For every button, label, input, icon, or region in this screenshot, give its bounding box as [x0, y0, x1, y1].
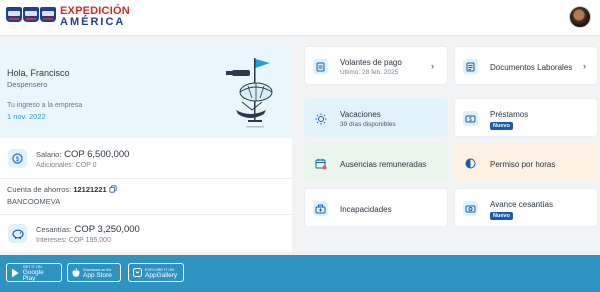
top-bar: EXPEDICIÓN AMÉRICA [0, 0, 600, 36]
bank-name: BANCOOMEVA [7, 197, 61, 206]
svg-text:$: $ [16, 156, 20, 163]
cesantias-card: Cesantías: COP 3,250,000 Intereses: COP … [0, 214, 292, 252]
cesantias-value: Cesantías: COP 3,250,000 [36, 224, 140, 235]
google-play-badge[interactable]: GET IT ON Google Play [6, 263, 62, 282]
profile-column: Hola, Francisco Despensero Tu ingreso a … [0, 46, 292, 252]
salary-value: Salario: COP 6,500,000 [36, 149, 129, 160]
huawei-appgallery-icon [133, 268, 142, 277]
money-icon: $ [463, 111, 478, 126]
copy-icon[interactable] [109, 185, 117, 193]
brand-logo-icon[interactable] [6, 7, 56, 22]
tile-permiso-horas[interactable]: Permiso por horas [454, 143, 598, 182]
ship-weathervane-illustration [226, 58, 273, 128]
app-store-big: App Store [83, 271, 112, 279]
sun-icon [313, 111, 328, 126]
job-role: Despensero [7, 80, 48, 89]
bank-account-number: 12121221 [73, 185, 107, 194]
tile-avance-cesantias[interactable]: Avance cesantías Nuevo [454, 188, 598, 227]
appgallery-big: AppGallery [145, 271, 178, 279]
medical-kit-icon [313, 201, 328, 216]
tile-ausencias-remuneradas[interactable]: Ausencias remuneradas [304, 143, 448, 182]
tile-volantes-label: Volantes de pago [340, 58, 402, 67]
new-badge: Nuevo [490, 212, 513, 220]
cesantias-label: Cesantías: [36, 225, 72, 234]
greeting-card: Hola, Francisco Despensero Tu ingreso a … [0, 46, 292, 138]
cesantias-amount: COP 3,250,000 [74, 224, 140, 235]
tile-volantes-pago[interactable]: Volantes de pago Último: 28 feb. 2025 › [304, 46, 448, 85]
salary-additionals: Adicionales: COP 0 [36, 162, 97, 169]
entry-date-label: Tu ingreso a la empresa [7, 102, 83, 109]
tile-permiso-label: Permiso por horas [490, 160, 556, 169]
brand-line-2: AMÉRICA [60, 16, 126, 28]
tile-avance-label: Avance cesantías [490, 200, 554, 209]
tile-prestamos-label: Préstamos [490, 110, 529, 119]
tile-documentos-label: Documentos Laborales [490, 63, 573, 72]
apple-icon [72, 268, 80, 277]
salary-amount: COP 6,500,000 [64, 149, 130, 160]
cesantias-interest: Intereses: COP 195,000 [36, 237, 111, 244]
cash-icon [463, 201, 478, 216]
tile-documentos-laborales[interactable]: Documentos Laborales › [454, 46, 598, 85]
piggy-bank-icon [8, 224, 27, 243]
user-avatar[interactable] [569, 6, 591, 28]
brand-logo-text[interactable]: EXPEDICIÓN AMÉRICA [60, 6, 130, 28]
tile-incapacidades[interactable]: Incapacidades [304, 188, 448, 227]
chevron-right-icon: › [583, 61, 586, 71]
bank-account-label-text: Cuenta de ahorros: [7, 185, 72, 194]
entry-date-value: 1 nov. 2022 [7, 112, 46, 121]
new-badge: Nuevo [490, 122, 513, 130]
app-store-badge[interactable]: Download on the App Store [67, 263, 121, 282]
tile-incapacidades-label: Incapacidades [340, 205, 392, 214]
tile-volantes-sub: Último: 28 feb. 2025 [340, 69, 399, 76]
tile-vacaciones-label: Vacaciones [340, 110, 381, 119]
appgallery-badge[interactable]: EXPLORE IT ON AppGallery [128, 263, 184, 282]
chevron-right-icon: › [431, 61, 434, 71]
salary-label: Salario: [36, 150, 62, 159]
receipt-icon [313, 59, 328, 74]
tile-vacaciones-sub: 39 días disponibles [340, 121, 396, 128]
bank-account-card: Cuenta de ahorros: 12121221 BANCOOMEVA [0, 178, 292, 214]
svg-text:$: $ [469, 117, 472, 123]
clock-icon [463, 156, 478, 171]
google-play-icon [11, 268, 19, 277]
document-icon [463, 59, 478, 74]
greeting-name: Hola, Francisco [7, 68, 70, 78]
tile-ausencias-label: Ausencias remuneradas [340, 160, 427, 169]
dollar-icon: $ [8, 149, 27, 168]
tile-vacaciones[interactable]: Vacaciones 39 días disponibles [304, 98, 448, 137]
bank-account-label: Cuenta de ahorros: 12121221 [7, 185, 107, 194]
app-store-footer: GET IT ON Google Play Download on the Ap… [0, 255, 600, 292]
calendar-icon [313, 156, 328, 171]
google-play-big: Google Play [22, 268, 44, 282]
tile-prestamos[interactable]: $ Préstamos Nuevo [454, 98, 598, 137]
salary-card: $ Salario: COP 6,500,000 Adicionales: CO… [0, 138, 292, 178]
